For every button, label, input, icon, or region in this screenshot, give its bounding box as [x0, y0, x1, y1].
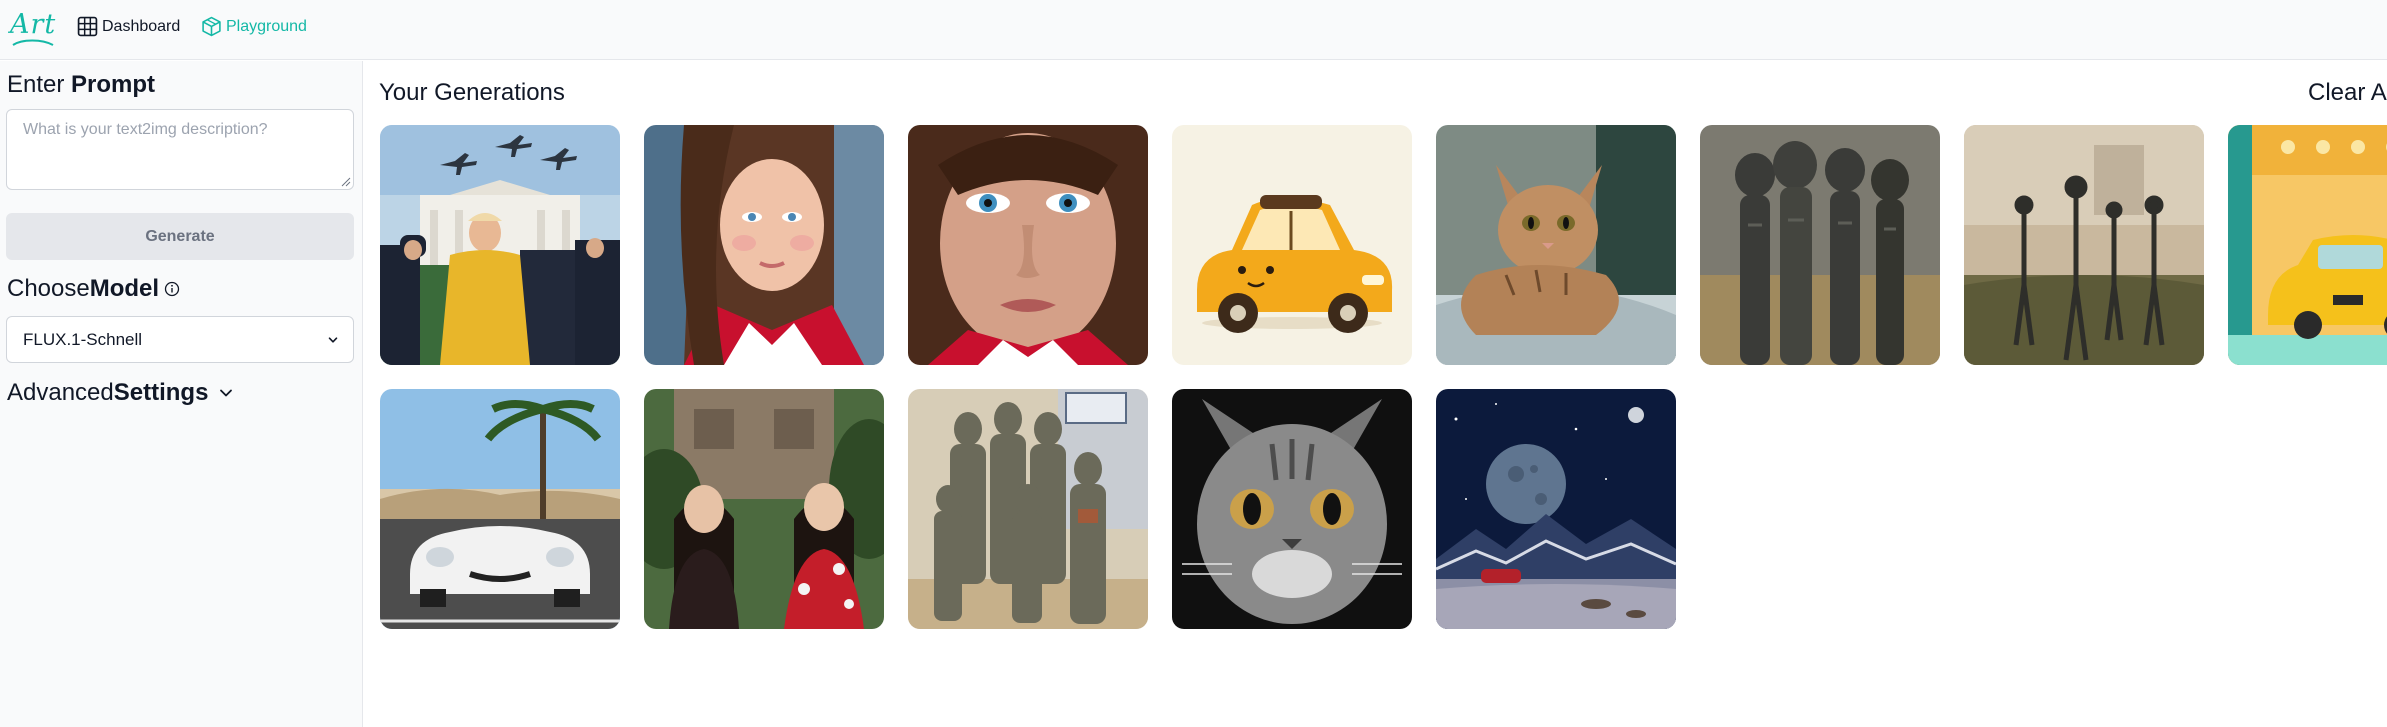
model-heading: Choose Model [7, 275, 180, 303]
image-officials-art [380, 125, 620, 365]
generated-image-yellow-car-garage[interactable] [2228, 125, 2387, 365]
generated-image-officials[interactable] [380, 125, 620, 365]
generated-image-moon-landscape[interactable] [1436, 389, 1676, 629]
image-moon-landscape-art [1436, 389, 1676, 629]
advanced-settings-toggle[interactable]: Advanced Settings [7, 379, 234, 407]
prompt-heading-plain: Enter [7, 71, 72, 98]
generations-panel: Your Generations Clear A [364, 61, 2387, 727]
generated-image-aliens-field[interactable] [1700, 125, 1940, 365]
generated-image-cheerleader[interactable] [644, 125, 884, 365]
generated-image-tabby-cat[interactable] [1436, 125, 1676, 365]
generated-image-two-women[interactable] [644, 389, 884, 629]
model-select[interactable]: FLUX.1-Schnell [6, 316, 354, 363]
nav-playground-link[interactable]: Playground [201, 16, 307, 37]
image-robot-group-art [908, 389, 1148, 629]
generated-image-robot-group[interactable] [908, 389, 1148, 629]
model-heading-plain: Choose [7, 275, 90, 302]
app-logo[interactable]: Art [10, 10, 56, 46]
image-two-women-art [644, 389, 884, 629]
chevron-down-icon [328, 337, 338, 343]
chevron-down-icon [220, 389, 233, 397]
image-aliens-field-art [1700, 125, 1940, 365]
image-skeleton-aliens-art [1964, 125, 2204, 365]
advanced-heading-bold: Settings [113, 379, 209, 406]
cube-icon [202, 16, 221, 37]
generated-image-grey-cat[interactable] [1172, 389, 1412, 629]
top-navbar: Art Dashboard Playground [0, 0, 2387, 60]
model-heading-bold: Model [89, 275, 160, 302]
logo-swoosh-icon [12, 39, 54, 46]
nav-dashboard-link[interactable]: Dashboard [77, 16, 180, 37]
image-cartoon-car-art [1172, 125, 1412, 365]
generated-image-cartoon-car[interactable] [1172, 125, 1412, 365]
generations-title: Your Generations [379, 79, 565, 106]
logo-text: Art [10, 9, 57, 40]
clear-all-button[interactable]: Clear A [2308, 79, 2387, 107]
image-white-sports-car-art [380, 389, 620, 629]
image-yellow-car-garage-art [2228, 125, 2387, 365]
prompt-input[interactable] [6, 109, 354, 190]
image-tabby-cat-art [1436, 125, 1676, 365]
generated-image-skeleton-aliens[interactable] [1964, 125, 2204, 365]
generated-image-white-sports-car[interactable] [380, 389, 620, 629]
prompt-heading-bold: Prompt [71, 71, 156, 98]
info-icon[interactable] [164, 281, 180, 297]
generate-button[interactable]: Generate [6, 213, 354, 260]
generated-image-portrait-woman[interactable] [908, 125, 1148, 365]
image-portrait-woman-art [908, 125, 1148, 365]
prompt-heading: Enter Prompt [7, 71, 155, 99]
sidebar: Enter Prompt Generate ChooseModel FLUX.1… [0, 61, 363, 727]
nav-playground-label: Playground [226, 17, 307, 35]
resize-handle-icon[interactable] [341, 177, 351, 187]
grid-icon [77, 16, 98, 37]
image-grey-cat-art [1172, 389, 1412, 629]
nav-dashboard-label: Dashboard [102, 17, 181, 35]
model-selected-value: FLUX.1-Schnell [23, 329, 143, 349]
advanced-heading-plain: Advanced [7, 379, 114, 406]
image-cheerleader-art [644, 125, 884, 365]
